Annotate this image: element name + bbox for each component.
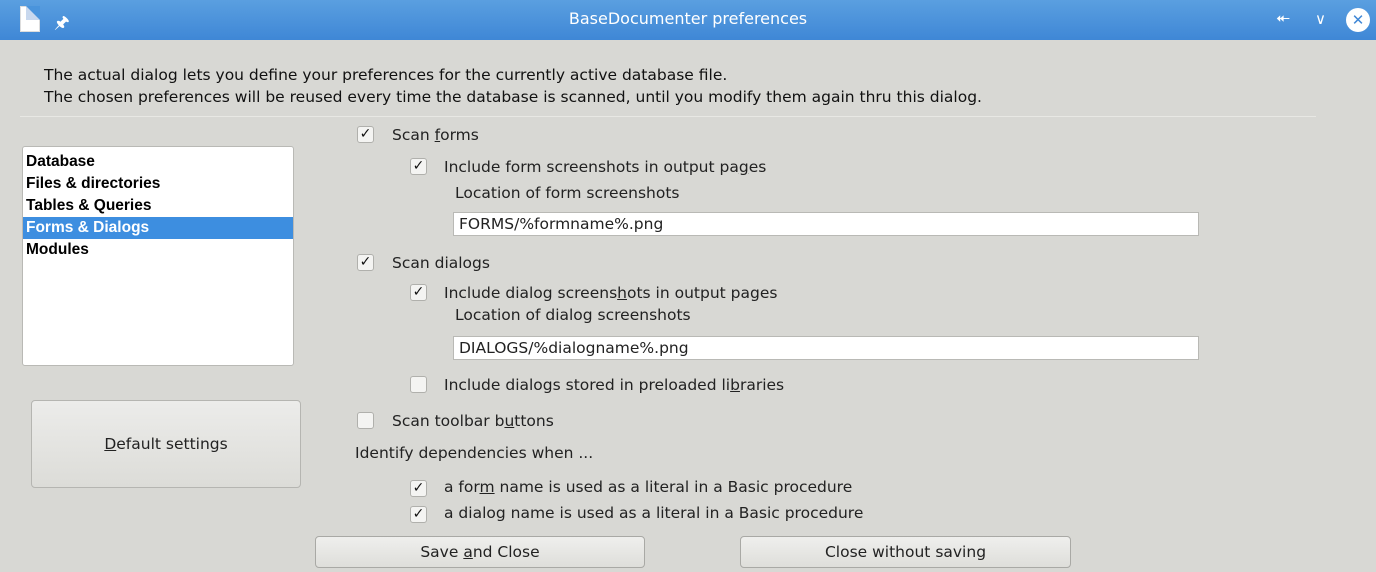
intro-line-1: The actual dialog lets you define your p… bbox=[44, 66, 728, 84]
include-form-screenshots-checkbox[interactable]: ✓ bbox=[410, 158, 427, 175]
save-label-post: nd Close bbox=[472, 543, 540, 561]
chevron-double-up-icon[interactable]: ⯬ bbox=[1276, 8, 1290, 28]
dialog-location-label: Location of dialog screenshots bbox=[455, 306, 691, 324]
scan-forms-label-pre: Scan bbox=[392, 126, 435, 144]
include-form-screenshots-label-pre: Include form screenshots in output pa bbox=[444, 158, 739, 176]
include-form-screenshots-label-mnemonic: g bbox=[738, 158, 749, 176]
intro-text: The actual dialog lets you define your p… bbox=[44, 64, 982, 108]
scan-forms-label-post: orms bbox=[440, 126, 479, 144]
save-label-mnemonic: a bbox=[463, 543, 473, 561]
default-settings-label-post: efault settings bbox=[116, 435, 228, 453]
scan-toolbar-label-mnemonic: u bbox=[504, 412, 515, 430]
title-bar[interactable]: 🖈 BaseDocumenter preferences ⯬ ∨ ✕ bbox=[0, 0, 1376, 40]
include-dialog-screenshots-label-post: ots in output pages bbox=[626, 284, 778, 302]
section-item-forms-dialogs[interactable]: Forms & Dialogs bbox=[23, 217, 293, 239]
dialog-location-field[interactable]: DIALOGS/%dialogname%.png bbox=[453, 336, 1199, 360]
include-dialog-screenshots-label-pre: Include dialog screens bbox=[444, 284, 618, 302]
dependencies-label: Identify dependencies when ... bbox=[355, 444, 594, 462]
scan-toolbar-label-post: ttons bbox=[514, 412, 554, 430]
section-item-files-directories[interactable]: Files & directories bbox=[23, 173, 293, 195]
save-label-pre: Save bbox=[420, 543, 464, 561]
include-preloaded-label-post: raries bbox=[739, 376, 785, 394]
chevron-down-icon[interactable]: ∨ bbox=[1315, 10, 1326, 28]
section-item-database[interactable]: Database bbox=[23, 151, 293, 173]
save-and-close-button[interactable]: Save and Close bbox=[315, 536, 645, 568]
include-preloaded-libraries-checkbox[interactable] bbox=[410, 376, 427, 393]
dep-dialog-name-label: a dialog name is used as a literal in a … bbox=[444, 504, 864, 522]
dep-dialog-name-checkbox[interactable]: ✓ bbox=[410, 506, 427, 523]
include-preloaded-libraries-label: Include dialogs stored in preloaded libr… bbox=[444, 376, 784, 394]
scan-toolbar-label-pre: Scan toolbar b bbox=[392, 412, 505, 430]
scan-toolbar-buttons-checkbox[interactable] bbox=[357, 412, 374, 429]
include-preloaded-label-pre: Include dialogs stored in preloaded li bbox=[444, 376, 731, 394]
include-dialog-screenshots-label: Include dialog screenshots in output pag… bbox=[444, 284, 777, 302]
window-title: BaseDocumenter preferences bbox=[568, 9, 808, 28]
scan-forms-label: Scan forms bbox=[392, 126, 479, 144]
scan-dialogs-checkbox[interactable]: ✓ bbox=[357, 254, 374, 271]
close-without-saving-button[interactable]: Close without saving bbox=[740, 536, 1071, 568]
include-preloaded-label-mnemonic: b bbox=[730, 376, 740, 394]
section-item-modules[interactable]: Modules bbox=[23, 239, 293, 261]
include-dialog-screenshots-checkbox[interactable]: ✓ bbox=[410, 284, 427, 301]
scan-forms-checkbox[interactable]: ✓ bbox=[357, 126, 374, 143]
default-settings-label-mnemonic: D bbox=[104, 435, 117, 453]
section-list[interactable]: Database Files & directories Tables & Qu… bbox=[22, 146, 294, 366]
dep-form-label-post: name is used as a literal in a Basic pro… bbox=[494, 478, 853, 496]
section-item-tables-queries[interactable]: Tables & Queries bbox=[23, 195, 293, 217]
scan-dialogs-label: Scan dialogs bbox=[392, 254, 490, 272]
form-location-field[interactable]: FORMS/%formname%.png bbox=[453, 212, 1199, 236]
include-dialog-screenshots-label-mnemonic: h bbox=[617, 284, 627, 302]
include-form-screenshots-label: Include form screenshots in output pages bbox=[444, 158, 766, 176]
intro-line-2: The chosen preferences will be reused ev… bbox=[44, 88, 982, 106]
form-location-label: Location of form screenshots bbox=[455, 184, 680, 202]
separator bbox=[20, 116, 1316, 117]
dep-form-name-checkbox[interactable]: ✓ bbox=[410, 480, 427, 497]
dep-form-name-label: a form name is used as a literal in a Ba… bbox=[444, 478, 852, 496]
include-form-screenshots-label-post: es bbox=[748, 158, 767, 176]
dep-form-label-mnemonic: m bbox=[479, 478, 495, 496]
scan-toolbar-buttons-label: Scan toolbar buttons bbox=[392, 412, 554, 430]
default-settings-button[interactable]: Default settings bbox=[31, 400, 301, 488]
dep-form-label-pre: a for bbox=[444, 478, 480, 496]
close-icon[interactable]: ✕ bbox=[1346, 8, 1370, 32]
